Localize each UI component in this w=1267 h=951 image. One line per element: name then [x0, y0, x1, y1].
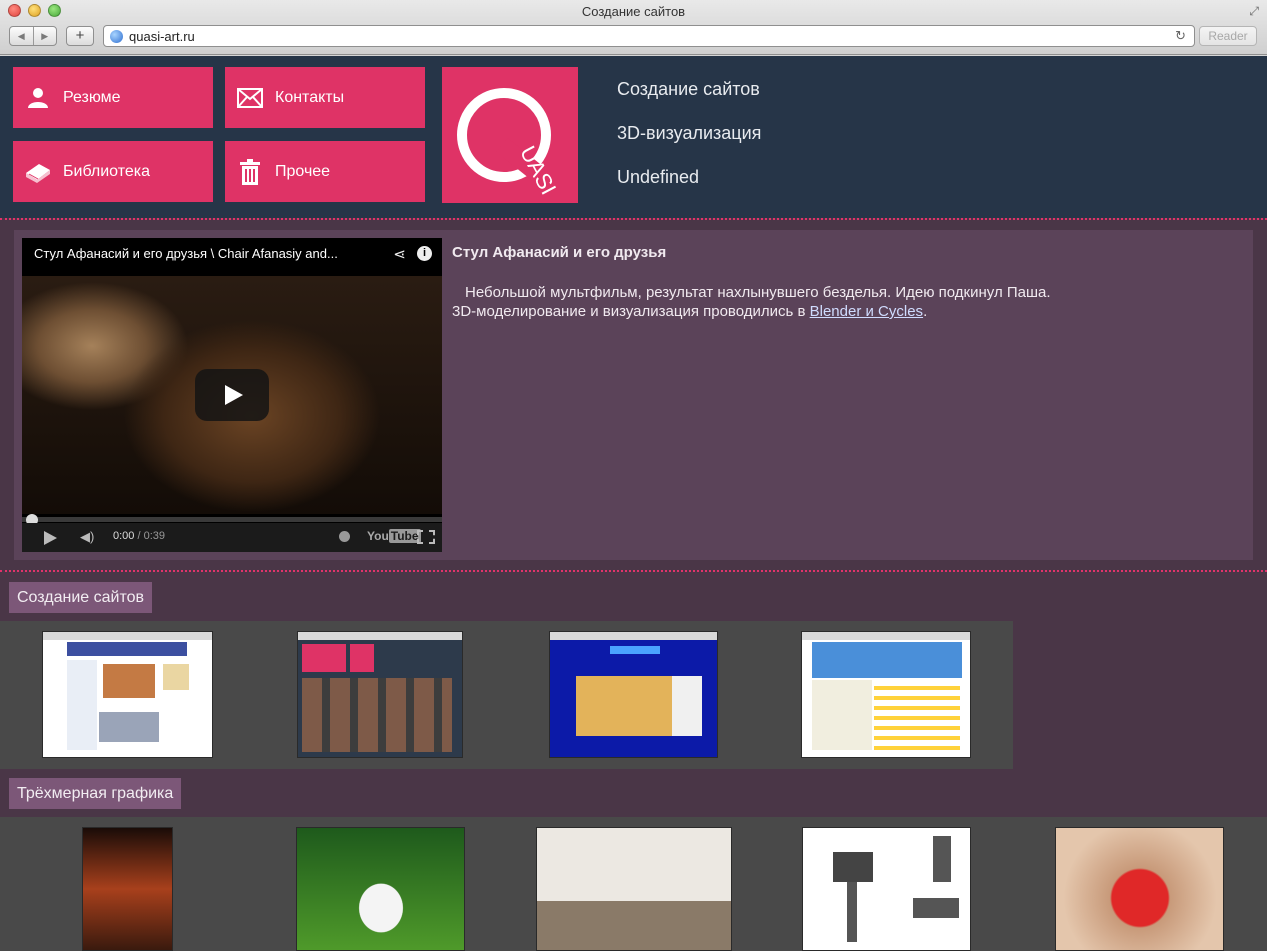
menu-tile-contacts[interactable]: Контакты	[225, 67, 425, 128]
menu-tile-label: Прочее	[275, 162, 331, 180]
website-thumb-quasi[interactable]	[297, 631, 463, 758]
website-thumb-college[interactable]	[42, 631, 213, 758]
info-icon[interactable]: i	[417, 246, 432, 261]
duration: / 0:39	[137, 530, 166, 542]
video-controls: ◀) 0:00 / 0:39 You Tube	[22, 523, 442, 552]
web-page: Резюме Контакты Библиотека Прочее UASI С…	[0, 56, 1267, 951]
feature-title: Стул Афанасий и его друзья	[452, 244, 667, 261]
person-icon	[13, 87, 63, 109]
feature-text: 3D-моделирование и визуализация проводил…	[452, 303, 810, 320]
divider	[0, 218, 1267, 220]
video-title[interactable]: Стул Афанасий и его друзья \ Chair Afana…	[34, 246, 338, 261]
menu-tile-other[interactable]: Прочее	[225, 141, 425, 202]
3d-thumb-forest[interactable]	[296, 827, 465, 951]
menu-tile-library[interactable]: Библиотека	[13, 141, 213, 202]
address-bar[interactable]: quasi-art.ru ↻	[103, 25, 1195, 47]
time-display: 0:00 / 0:39	[113, 530, 165, 542]
reload-icon[interactable]: ↻	[1175, 28, 1186, 44]
3d-thumb-interior[interactable]	[536, 827, 732, 951]
share-icon[interactable]: ⋖	[393, 245, 406, 263]
youtube-you: You	[367, 529, 389, 543]
menu-tile-label: Библиотека	[63, 162, 150, 180]
youtube-logo[interactable]: You Tube	[367, 529, 421, 543]
website-thumb-licensing[interactable]	[801, 631, 971, 758]
header-nav: Создание сайтов 3D-визуализация Undefine…	[617, 78, 761, 210]
quasi-logo[interactable]: UASI	[442, 67, 578, 203]
menu-tile-resume[interactable]: Резюме	[13, 67, 213, 128]
websites-gallery	[0, 621, 1013, 769]
volume-icon[interactable]: ◀)	[80, 529, 94, 545]
current-time: 0:00	[113, 530, 135, 542]
site-header: Резюме Контакты Библиотека Прочее UASI С…	[0, 56, 1267, 218]
address-text[interactable]: quasi-art.ru	[129, 29, 195, 44]
forward-button[interactable]: ▶	[34, 27, 57, 45]
window-title: Создание сайтов	[581, 4, 686, 19]
envelope-icon	[225, 87, 275, 108]
nav-link-3d-visualization[interactable]: 3D-визуализация	[617, 122, 761, 166]
feature-text: .	[923, 303, 928, 320]
play-button[interactable]	[195, 369, 269, 421]
section-label-websites[interactable]: Создание сайтов	[9, 582, 152, 613]
trash-icon	[225, 158, 275, 185]
reader-button[interactable]: Reader	[1199, 26, 1257, 46]
featured-project: Стул Афанасий и его друзья \ Chair Afana…	[14, 230, 1253, 560]
nav-link-websites[interactable]: Создание сайтов	[617, 78, 761, 122]
3d-thumb-poster[interactable]	[82, 827, 173, 951]
book-icon	[13, 161, 63, 183]
feature-body: Небольшой мультфильм, результат нахлынув…	[452, 283, 1242, 321]
globe-icon	[110, 30, 123, 43]
fullscreen-icon[interactable]: ⤢	[1249, 4, 1259, 19]
fullscreen-icon[interactable]	[417, 530, 435, 544]
feature-paragraph: Небольшой мультфильм, результат нахлынув…	[465, 284, 1051, 301]
divider	[0, 570, 1267, 572]
feature-description: Стул Афанасий и его друзья Небольшой мул…	[452, 244, 1242, 321]
3d-graphics-gallery	[0, 817, 1267, 951]
feature-paragraph: 3D-моделирование и визуализация проводил…	[452, 302, 1242, 321]
blender-cycles-link[interactable]: Blender и Cycles	[810, 303, 923, 320]
history-nav: ◀ ▶	[9, 26, 57, 46]
watch-later-icon[interactable]	[339, 531, 350, 542]
video-player[interactable]: Стул Афанасий и его друзья \ Chair Afana…	[22, 238, 442, 552]
youtube-tube: Tube	[388, 529, 421, 543]
website-thumb-blue[interactable]	[549, 631, 718, 758]
nav-link-undefined[interactable]: Undefined	[617, 166, 761, 210]
3d-thumb-device[interactable]	[1055, 827, 1224, 951]
play-icon[interactable]	[44, 531, 57, 545]
video-progress-bar[interactable]	[22, 517, 442, 522]
back-button[interactable]: ◀	[10, 27, 34, 45]
3d-thumb-robots[interactable]	[802, 827, 971, 951]
section-label-3d-graphics[interactable]: Трёхмерная графика	[9, 778, 182, 809]
new-tab-button[interactable]: +	[66, 26, 94, 46]
menu-tile-label: Контакты	[275, 88, 345, 106]
browser-chrome: Создание сайтов ⤢ ◀ ▶ + quasi-art.ru ↻ R…	[0, 0, 1267, 55]
menu-tile-label: Резюме	[63, 88, 121, 106]
